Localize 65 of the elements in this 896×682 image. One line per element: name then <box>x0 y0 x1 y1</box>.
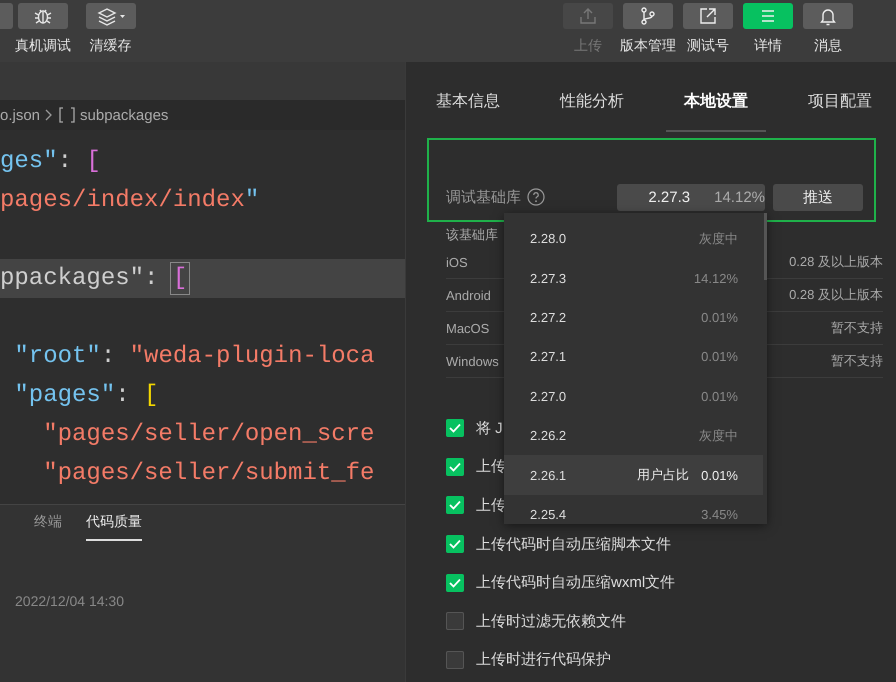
chevron-icon <box>44 108 54 122</box>
platform-support: 暂不支持 <box>831 319 883 337</box>
scrollbar[interactable] <box>764 213 767 280</box>
push-button[interactable]: 推送 <box>773 184 863 210</box>
option-label: 上传 <box>476 457 506 476</box>
code-line: ges": [ <box>0 147 102 177</box>
platform-support: 0.28 及以上版本 <box>789 253 883 271</box>
code-line: "pages": [ <box>13 381 160 411</box>
checkbox[interactable] <box>446 496 464 514</box>
toolbar-label: 上传 <box>574 37 602 55</box>
clear-cache-button[interactable] <box>86 3 136 29</box>
code-line: "root": "weda-plugin-loca <box>13 342 376 372</box>
support-caption: 该基础库 <box>446 227 498 242</box>
toolbar-label: 版本管理 <box>620 37 676 55</box>
debug-button[interactable] <box>18 3 68 29</box>
checkbox[interactable] <box>446 535 464 554</box>
platform-support: 0.28 及以上版本 <box>789 286 883 304</box>
platform-name: iOS <box>446 254 468 270</box>
toolbar-label: 测试号 <box>687 37 729 55</box>
code-line: "pages/seller/open_scre <box>42 420 376 450</box>
checkbox[interactable] <box>446 419 464 438</box>
option-label: 上传 <box>476 496 506 515</box>
option-label: 上传代码时自动压缩脚本文件 <box>476 534 671 554</box>
settings-tab[interactable]: 基本信息 <box>418 90 518 132</box>
breadcrumb-file[interactable]: o.json <box>0 106 40 124</box>
breadcrumb-symbol[interactable]: subpackages <box>80 106 168 124</box>
toolbar-label: 真机调试 <box>15 37 71 55</box>
timestamp: 2022/12/04 14:30 <box>15 593 124 609</box>
code-line: pages/index/index" <box>0 186 260 216</box>
option-label: 上传时进行代码保护 <box>476 650 611 670</box>
dropdown-option[interactable]: 2.26.2 灰度中 <box>504 416 763 456</box>
option-label: 将 J <box>476 418 503 438</box>
option-label: 上传代码时自动压缩wxml文件 <box>476 573 676 592</box>
platform-name: Android <box>446 288 491 302</box>
dropdown-option[interactable]: 2.27.2 0.01% <box>504 298 763 338</box>
platform-name: MacOS <box>446 320 490 336</box>
platform-support: 暂不支持 <box>831 352 883 370</box>
dropdown-option[interactable]: 2.27.3 14.12% <box>504 258 763 298</box>
platform-name: Windows <box>446 354 499 368</box>
toolbar-label: 清缓存 <box>90 37 132 55</box>
panel-tab[interactable]: 代码质量 <box>86 505 142 541</box>
settings-tab[interactable]: 本地设置 <box>666 90 766 132</box>
dropdown-option[interactable]: 2.27.1 0.01% <box>504 337 763 377</box>
panel-tab[interactable]: 终端 <box>34 505 62 541</box>
dropdown-option[interactable]: 2.28.0 灰度中 <box>504 219 763 258</box>
toolbar-label: 消息 <box>814 37 842 55</box>
settings-tab[interactable]: 项目配置 <box>790 90 890 132</box>
toolbar-button[interactable] <box>683 3 733 29</box>
dropdown-option[interactable]: 2.26.1 用户占比 0.01% <box>504 455 763 495</box>
checkbox[interactable] <box>446 612 464 630</box>
help-icon[interactable] <box>527 188 545 206</box>
checkbox[interactable] <box>446 650 464 669</box>
toolbar-label: 详情 <box>754 37 782 55</box>
version-select[interactable]: 2.27.3 14.12% <box>617 184 765 210</box>
checkbox[interactable] <box>446 458 464 476</box>
toolbar-button[interactable] <box>623 3 673 29</box>
dropdown-option[interactable]: 2.25.4 3.45% <box>504 494 763 524</box>
toolbar-button[interactable] <box>803 3 853 29</box>
checkbox[interactable] <box>446 574 464 592</box>
setting-label: 调试基础库 <box>446 188 521 206</box>
dropdown-option[interactable]: 2.27.0 0.01% <box>504 376 763 416</box>
settings-tab[interactable]: 性能分析 <box>542 90 642 132</box>
option-label: 上传时过滤无依赖文件 <box>476 612 626 631</box>
code-line: "pages/seller/submit_fe <box>42 459 376 489</box>
array-icon <box>58 107 76 123</box>
